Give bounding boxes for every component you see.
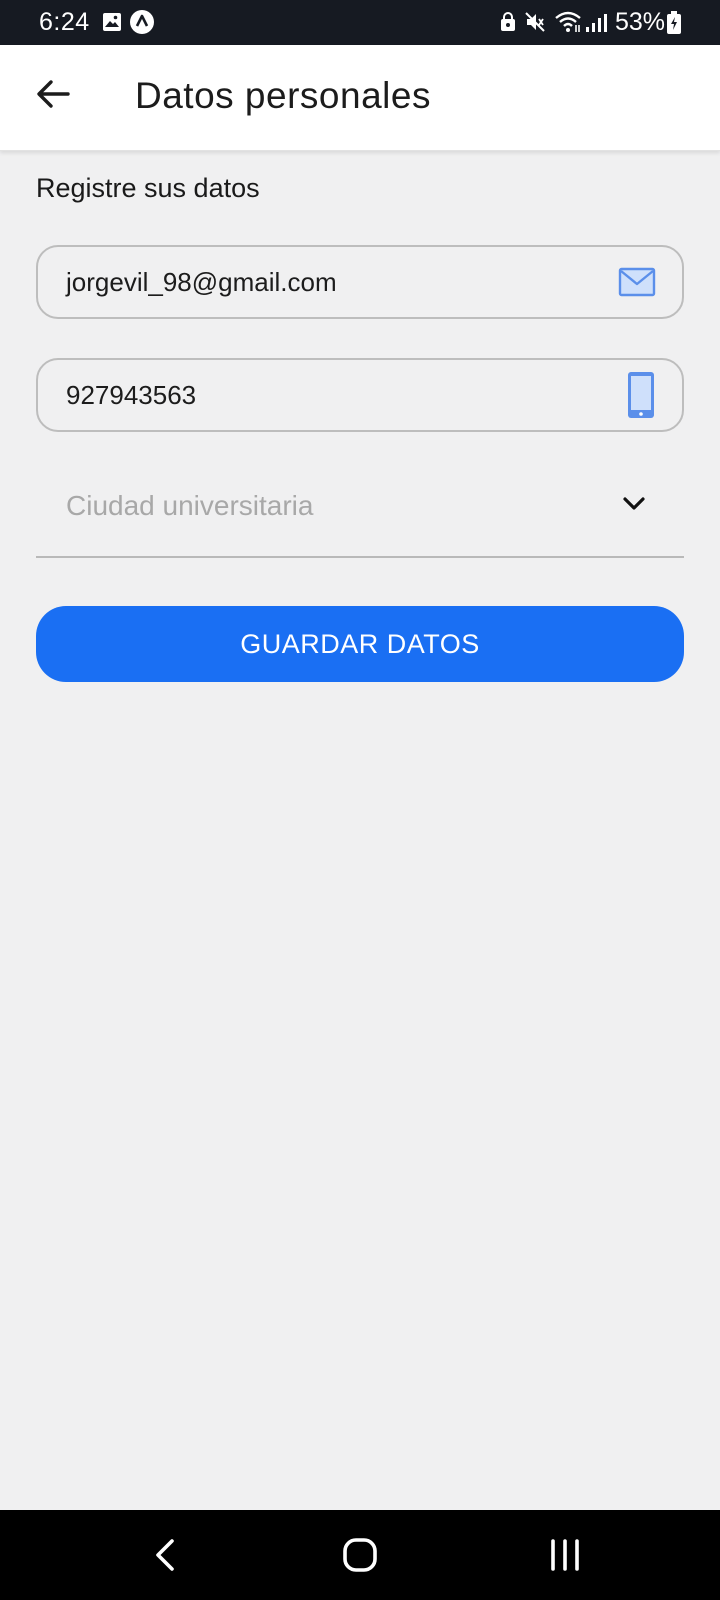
battery-percentage: 53% (615, 8, 666, 36)
save-data-button[interactable]: GUARDAR DATOS (36, 606, 684, 682)
status-bar: 6:24 53% (0, 0, 720, 45)
mute-icon (524, 11, 546, 38)
status-time: 6:24 (39, 8, 90, 36)
form-subtitle: Registre sus datos (36, 173, 260, 203)
city-select[interactable]: Ciudad universitaria (36, 470, 684, 558)
navigation-bar (0, 1510, 720, 1600)
phone-icon (626, 370, 656, 425)
chevron-down-icon (622, 496, 646, 517)
nav-home-icon[interactable] (340, 1535, 380, 1575)
wifi-icon (554, 11, 582, 38)
nav-recents-icon[interactable] (545, 1535, 585, 1575)
arrow-back-icon (37, 80, 70, 108)
battery-icon (666, 11, 682, 40)
email-input[interactable]: jorgevil_98@gmail.com (66, 247, 606, 317)
city-select-placeholder: Ciudad universitaria (66, 490, 314, 521)
back-button[interactable] (28, 69, 78, 119)
phone-field[interactable]: 927943563 (36, 358, 684, 432)
email-field[interactable]: jorgevil_98@gmail.com (36, 245, 684, 319)
signal-icon (585, 13, 607, 38)
phone-input[interactable]: 927943563 (66, 360, 606, 430)
lock-icon (500, 12, 516, 37)
gallery-icon (102, 12, 122, 37)
app-bar: Datos personales (0, 45, 720, 151)
page-title: Datos personales (135, 75, 431, 116)
mail-icon (618, 266, 656, 303)
app-icon (130, 10, 154, 39)
nav-back-icon[interactable] (146, 1535, 186, 1575)
